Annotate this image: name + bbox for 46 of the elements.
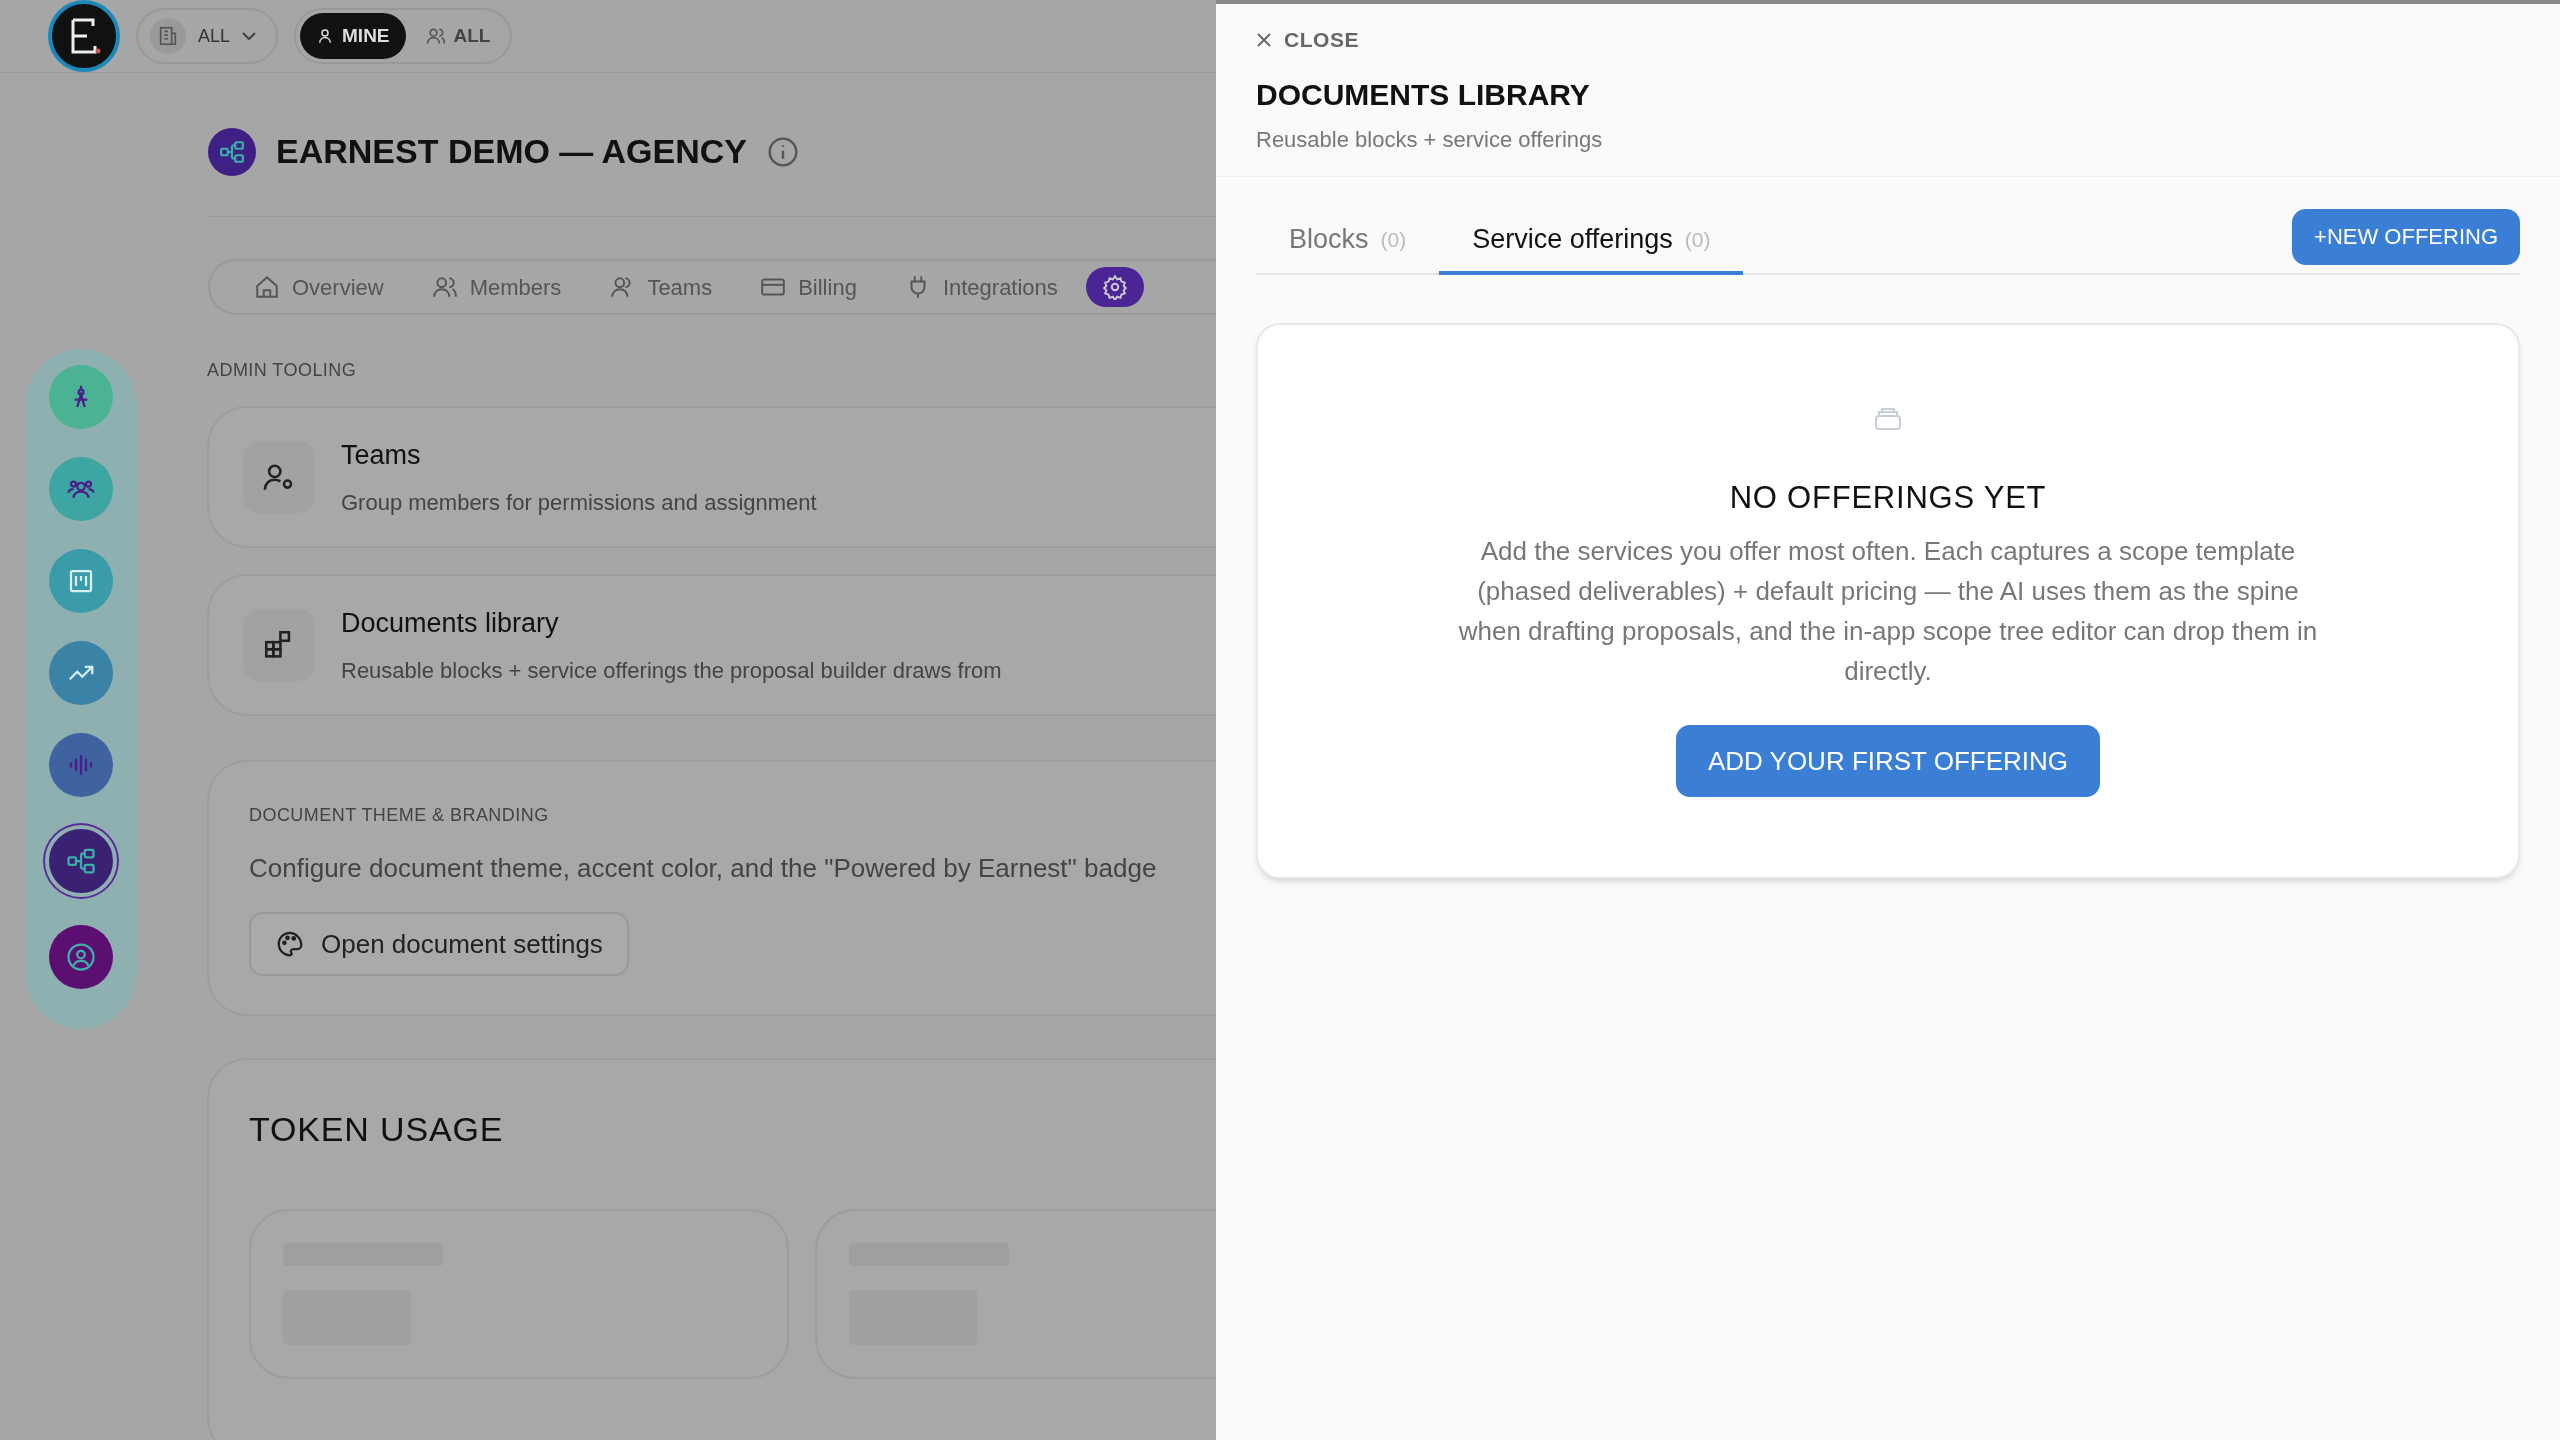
card-title: Teams	[341, 439, 422, 473]
drawer-tab[interactable]: Blocks (0)	[1256, 208, 1440, 275]
count-label: (0)	[1684, 226, 1711, 253]
add-first-offering-button[interactable]: ADD YOUR FIRST OFFERING	[1675, 725, 2101, 797]
new-offering-button[interactable]: +NEW OFFERING	[2292, 208, 2520, 265]
card-description: Configure document theme, accent color, and the "Powered by Earnest" badge	[249, 852, 1158, 885]
nav-tab[interactable]: Integrations	[884, 267, 1078, 307]
box-icon	[1874, 406, 1902, 431]
card-description: Reusable blocks + service offerings the proposal builder draws from	[341, 656, 1002, 685]
nav-tab[interactable]: Members	[411, 267, 582, 307]
home-icon	[254, 274, 280, 300]
info-icon[interactable]	[767, 135, 799, 168]
workspace-filter[interactable]: ALL	[136, 8, 279, 64]
nav-tab[interactable]: Overview	[234, 267, 404, 307]
drawer-title: DOCUMENTS LIBRARY	[1256, 76, 1591, 113]
section-heading: ADMIN TOOLING	[207, 359, 358, 382]
scope-toggle-option[interactable]: MINE	[300, 13, 406, 59]
rail-button[interactable]	[45, 825, 117, 897]
open-settings-button[interactable]: Open document settings	[249, 912, 629, 976]
nav-tab[interactable]: Billing	[740, 267, 877, 307]
count-label: (0)	[1380, 226, 1407, 253]
building-icon	[157, 25, 179, 47]
card-title: TOKEN USAGE	[249, 1109, 505, 1150]
hierarchy-icon	[219, 138, 245, 165]
empty-state-description: Add the services you offer most often. Each captures a scope template (phased deliverables) + default pricing — the AI uses them as the spine when drafting proposals, and the in-app scope tree editor can drop them in directly.	[1457, 535, 2319, 688]
close-icon	[1256, 31, 1272, 48]
card-heading: DOCUMENT THEME & BRANDING	[249, 804, 550, 827]
nav-tab[interactable]	[1085, 267, 1144, 307]
close-button[interactable]: CLOSE	[1256, 24, 1359, 56]
hierarchy-icon	[66, 846, 96, 876]
nav-tab[interactable]: Teams	[589, 267, 733, 307]
people-icon	[425, 26, 446, 46]
settings-card[interactable]: Teams Group members for permissions and assignment	[207, 406, 1216, 548]
drawer-tab[interactable]: Service offerings (0)	[1439, 208, 1744, 275]
empty-state-title: NO OFFERINGS YET	[1729, 478, 2047, 517]
drawer-subtitle: Reusable blocks + service offerings	[1256, 125, 1604, 154]
people-icon	[431, 274, 458, 300]
scope-toggle-option[interactable]: ALL	[409, 13, 507, 59]
card-description: Group members for permissions and assignment	[341, 488, 817, 517]
chevron-down-icon	[242, 32, 257, 40]
card-title: Documents library	[341, 607, 560, 641]
org-title: EARNEST DEMO — AGENCY	[276, 131, 747, 172]
settings-card[interactable]: Documents library Reusable blocks + service offerings the proposal builder draws from	[207, 574, 1216, 716]
palette-icon	[275, 929, 305, 959]
user-circle-icon	[66, 942, 96, 972]
gear-icon	[1101, 274, 1128, 300]
